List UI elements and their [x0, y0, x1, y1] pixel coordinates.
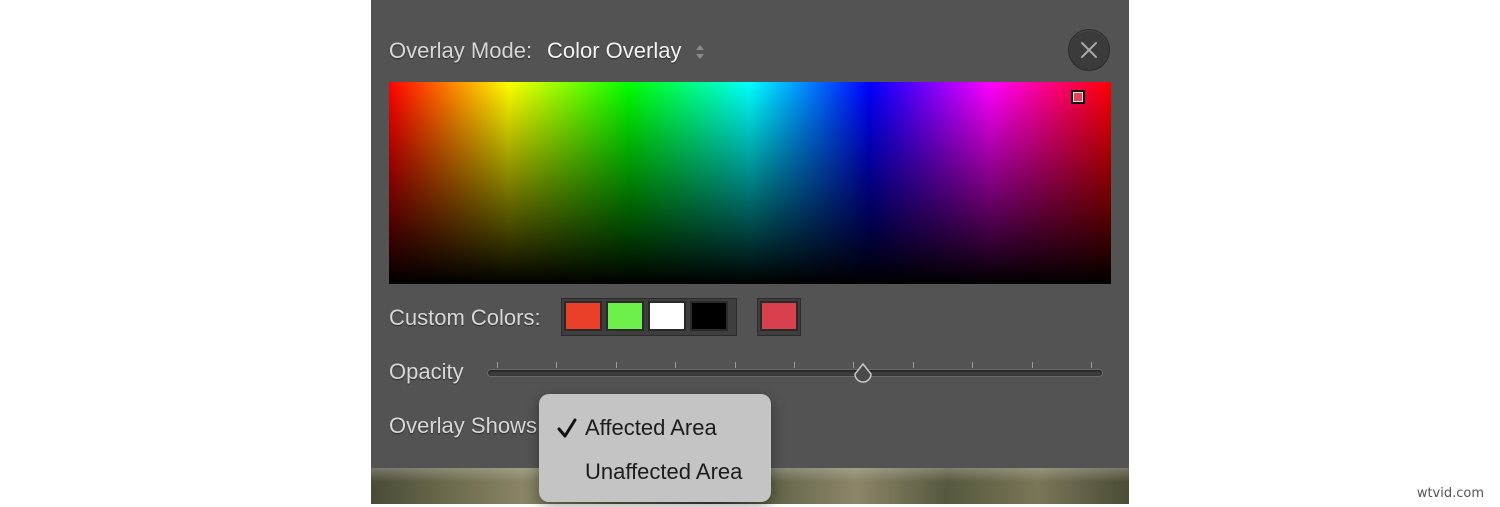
slider-tick [1031, 362, 1033, 368]
color-spectrum[interactable] [389, 82, 1111, 284]
slider-tick [1091, 362, 1092, 368]
color-swatch[interactable] [564, 301, 602, 331]
slider-tick [912, 362, 914, 368]
menu-item-affected-area[interactable]: Affected Area [539, 408, 771, 448]
close-button[interactable] [1068, 29, 1110, 71]
slider-tick [675, 362, 677, 368]
watermark-text: wtvid.com [1416, 486, 1484, 501]
slider-tick [497, 362, 498, 368]
overlay-shows-label: Overlay Shows: [389, 413, 544, 438]
current-color-well [757, 298, 801, 336]
slider-tick [556, 362, 558, 368]
color-swatch[interactable] [648, 301, 686, 331]
overlay-mode-label: Overlay Mode: [389, 38, 533, 63]
overlay-shows-menu: Affected Area Unaffected Area [539, 394, 771, 502]
menu-item-unaffected-area[interactable]: Unaffected Area [539, 452, 771, 492]
color-swatch[interactable] [690, 301, 728, 331]
slider-tick [794, 362, 795, 368]
slider-tick [615, 362, 617, 368]
opacity-label: Opacity [389, 359, 464, 384]
opacity-slider[interactable] [487, 369, 1103, 377]
current-color-swatch[interactable] [760, 301, 798, 331]
slider-tick [734, 362, 736, 368]
close-icon [1081, 42, 1097, 58]
color-swatch[interactable] [606, 301, 644, 331]
menu-item-label: Unaffected Area [585, 459, 743, 484]
slider-thumb-icon[interactable] [851, 362, 875, 386]
custom-colors-label: Custom Colors: [389, 305, 541, 330]
checkmark-icon [557, 418, 577, 438]
color-picker-handle[interactable] [1071, 90, 1085, 104]
menu-item-label: Affected Area [585, 415, 717, 440]
stepper-arrows-icon[interactable] [694, 42, 706, 62]
custom-color-swatches [561, 298, 737, 336]
slider-tick [972, 362, 974, 368]
overlay-mode-select[interactable]: Color Overlay [547, 38, 681, 64]
